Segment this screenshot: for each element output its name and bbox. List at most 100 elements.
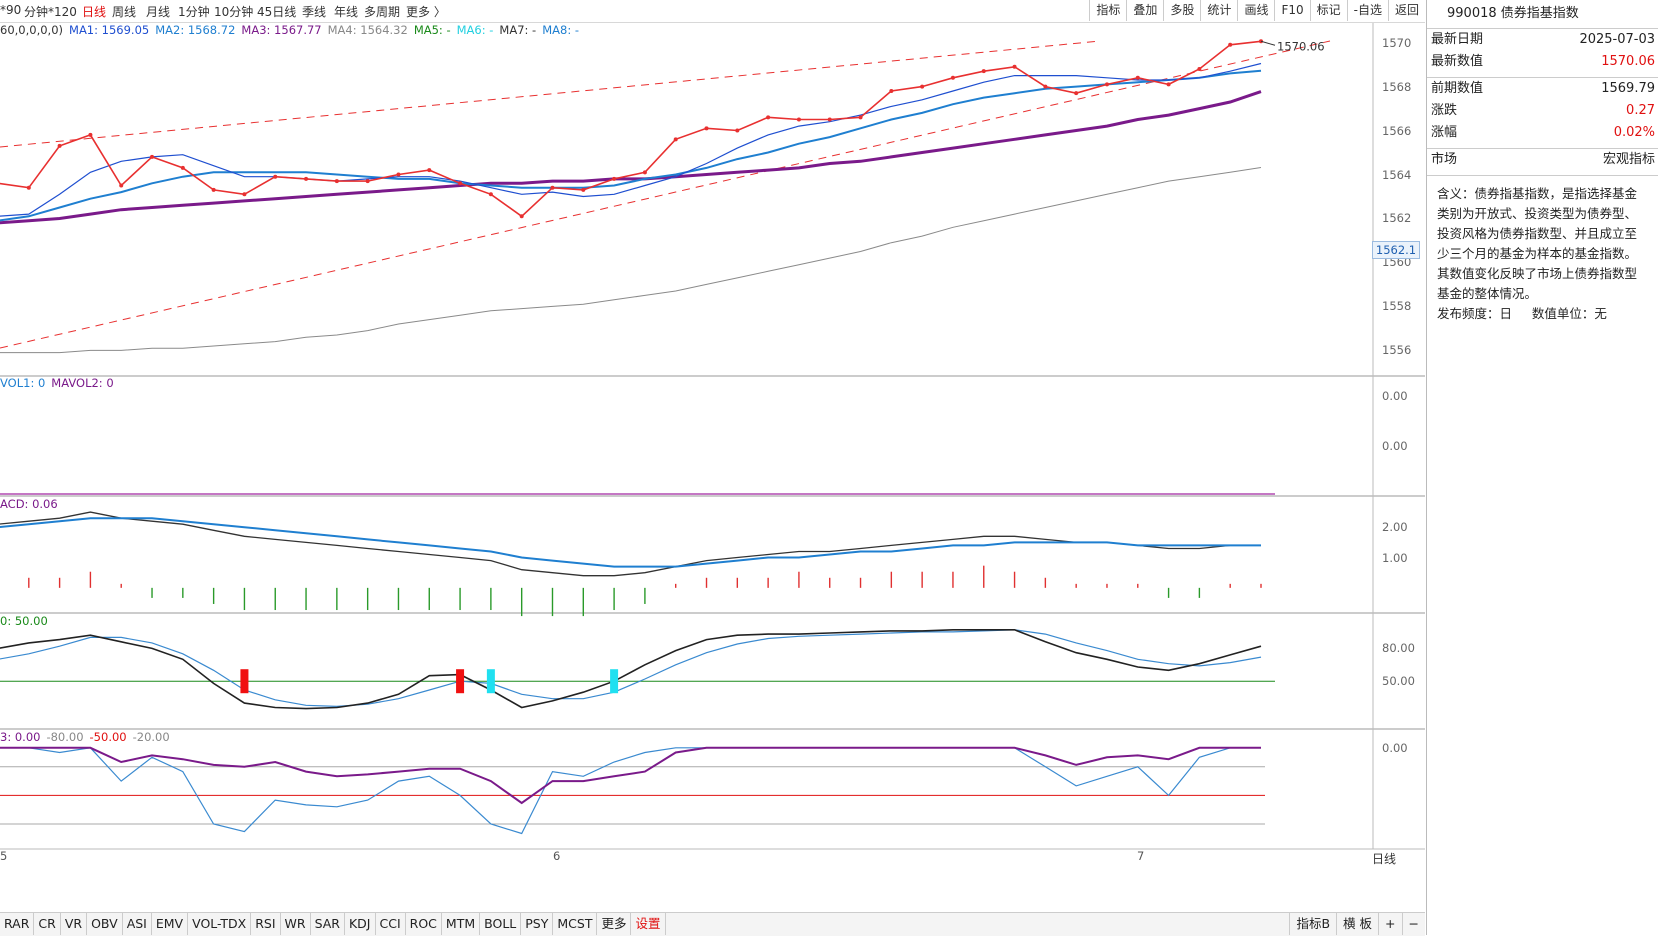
trendline-lower: [0, 40, 1331, 349]
indicator-tab-17[interactable]: 更多: [597, 913, 632, 935]
indicator-tab-14[interactable]: BOLL: [480, 913, 522, 935]
close-point: [1166, 82, 1171, 87]
indicator-tab-8[interactable]: WR: [281, 913, 311, 935]
close-point: [1043, 84, 1048, 89]
close-point: [242, 192, 247, 197]
period-axis-label: 日线: [1372, 852, 1397, 866]
close-point: [180, 165, 185, 170]
period-0[interactable]: *90: [0, 3, 21, 17]
close-point: [766, 115, 771, 120]
tool-button-8[interactable]: 返回: [1387, 0, 1425, 21]
kdj-sell-marker: [456, 669, 465, 694]
indicator-tab-9[interactable]: SAR: [311, 913, 345, 935]
bottom-right-button-2[interactable]: +: [1378, 913, 1401, 935]
info-row: 前期数值 1569.79: [1427, 78, 1658, 100]
chart-canvas[interactable]: 1570.06: [0, 23, 1425, 903]
info-row: 最新日期 2025-07-03: [1427, 29, 1658, 51]
tool-button-3[interactable]: 统计: [1200, 0, 1237, 21]
close-point: [673, 137, 678, 142]
main_pane-legend-item: MA1: 1569.05: [69, 23, 150, 37]
chart-area[interactable]: 1570.06 60,0,0,0,0) MA1: 1569.05 MA2: 1568…: [0, 23, 1425, 903]
trendline-upper: [0, 40, 1101, 148]
bottom-right-button-1[interactable]: 横 板: [1336, 913, 1378, 935]
indicator-bar: RAR CR VR OBV ASI EMV VOL-TDX RSI WR SAR KDJ CCI ROC…: [0, 912, 1425, 936]
period-5[interactable]: 1分钟: [178, 3, 210, 20]
close-point: [612, 176, 617, 181]
info-row-value: 宏观指标: [1602, 152, 1655, 167]
tool-button-6[interactable]: 标记: [1309, 0, 1347, 21]
indicator-tab-6[interactable]: VOL-TDX: [188, 913, 252, 935]
indicator-tab-13[interactable]: MTM: [442, 913, 481, 935]
indicator-tab-0[interactable]: RAR: [0, 913, 35, 935]
indicator-tab-11[interactable]: CCI: [376, 913, 406, 935]
info-row-label: 涨跌: [1431, 103, 1458, 118]
info-row-value: 1569.79: [1601, 81, 1655, 96]
main-y-tick: 1564: [1382, 167, 1412, 182]
period-3[interactable]: 周线: [112, 3, 136, 20]
close-point: [704, 126, 709, 131]
period-10[interactable]: 多周期: [364, 3, 400, 20]
indicator-tab-12[interactable]: ROC: [406, 913, 442, 935]
tool-button-5[interactable]: F10: [1274, 0, 1309, 21]
tool-button-0[interactable]: 指标: [1089, 0, 1126, 21]
period-8[interactable]: 季线: [302, 3, 326, 20]
main_pane-legend-item: MA8: -: [542, 23, 580, 37]
period-6[interactable]: 10分钟: [214, 3, 253, 20]
info-row-value: 0.02%: [1613, 125, 1655, 140]
tool-button-1[interactable]: 叠加: [1126, 0, 1163, 21]
tool-button-7[interactable]: -自选: [1346, 0, 1388, 21]
indicator-tab-16[interactable]: MCST: [553, 913, 598, 935]
wr_pane-legend-item: -50.00: [89, 730, 127, 744]
indicator-tab-1[interactable]: CR: [34, 913, 61, 935]
main-y-tick: 1556: [1382, 343, 1412, 358]
close-point: [119, 183, 124, 188]
close-point: [1104, 82, 1109, 87]
kdj-y-tick: 80.00: [1382, 641, 1415, 656]
vol_pane-legend-item: VOL1: 0: [0, 376, 46, 390]
main_pane-legend-item: MA7: -: [499, 23, 537, 37]
info-row-label: 前期数值: [1431, 81, 1484, 96]
period-11[interactable]: 更多 〉: [406, 3, 446, 20]
main-y-tick: 1570: [1382, 35, 1412, 50]
close-point: [581, 187, 586, 192]
date-label-5: 5: [0, 849, 8, 863]
tool-button-4[interactable]: 画线: [1237, 0, 1274, 21]
indicator-tab-5[interactable]: EMV: [152, 913, 189, 935]
indicator-tab-7[interactable]: RSI: [251, 913, 281, 935]
close-point: [858, 115, 863, 120]
period-7[interactable]: 45日线: [257, 3, 296, 20]
info-row-label: 涨幅: [1431, 125, 1458, 140]
kdj-d-line: [0, 629, 1262, 708]
tool-button-2[interactable]: 多股: [1163, 0, 1200, 21]
info-row: 涨幅 0.02%: [1427, 122, 1658, 144]
close-point: [273, 174, 278, 179]
period-1[interactable]: 分钟*120: [24, 3, 77, 20]
close-point: [642, 170, 647, 175]
indicator-tab-3[interactable]: OBV: [87, 913, 123, 935]
period-9[interactable]: 年线: [334, 3, 358, 20]
vol_pane-legend-item: MAVOL2: 0: [51, 376, 114, 390]
main_pane-legend-item: 60,0,0,0,0): [0, 23, 64, 37]
main_pane-legend-item: MA6: -: [456, 23, 494, 37]
main-y-tick: 1558: [1382, 299, 1412, 314]
close-point: [950, 75, 955, 80]
info-frequency: 发布频度：日 数值单位：无: [1437, 306, 1607, 321]
period-4[interactable]: 月线: [146, 3, 170, 20]
indicator-tab-4[interactable]: ASI: [123, 913, 152, 935]
period-2[interactable]: 日线: [82, 3, 106, 20]
info-row: 最新数值 1570.06: [1427, 51, 1658, 73]
close-point: [920, 84, 925, 89]
last-value-label: 1570.06: [1277, 39, 1325, 53]
indicator-tab-15[interactable]: PSY: [521, 913, 554, 935]
ma4-line: [0, 167, 1262, 354]
indicator-tab-10[interactable]: KDJ: [345, 913, 376, 935]
close-point: [735, 128, 740, 133]
close-point: [458, 181, 463, 186]
bottom-right-button-3[interactable]: −: [1401, 913, 1425, 935]
wr-y-tick: 0.00: [1382, 740, 1408, 755]
close-point: [796, 117, 801, 122]
info-row: 市场 宏观指标: [1427, 149, 1658, 171]
indicator-tab-18[interactable]: 设置: [631, 913, 666, 935]
indicator-tab-2[interactable]: VR: [61, 913, 88, 935]
bottom-right-button-0[interactable]: 指标B: [1289, 913, 1336, 935]
